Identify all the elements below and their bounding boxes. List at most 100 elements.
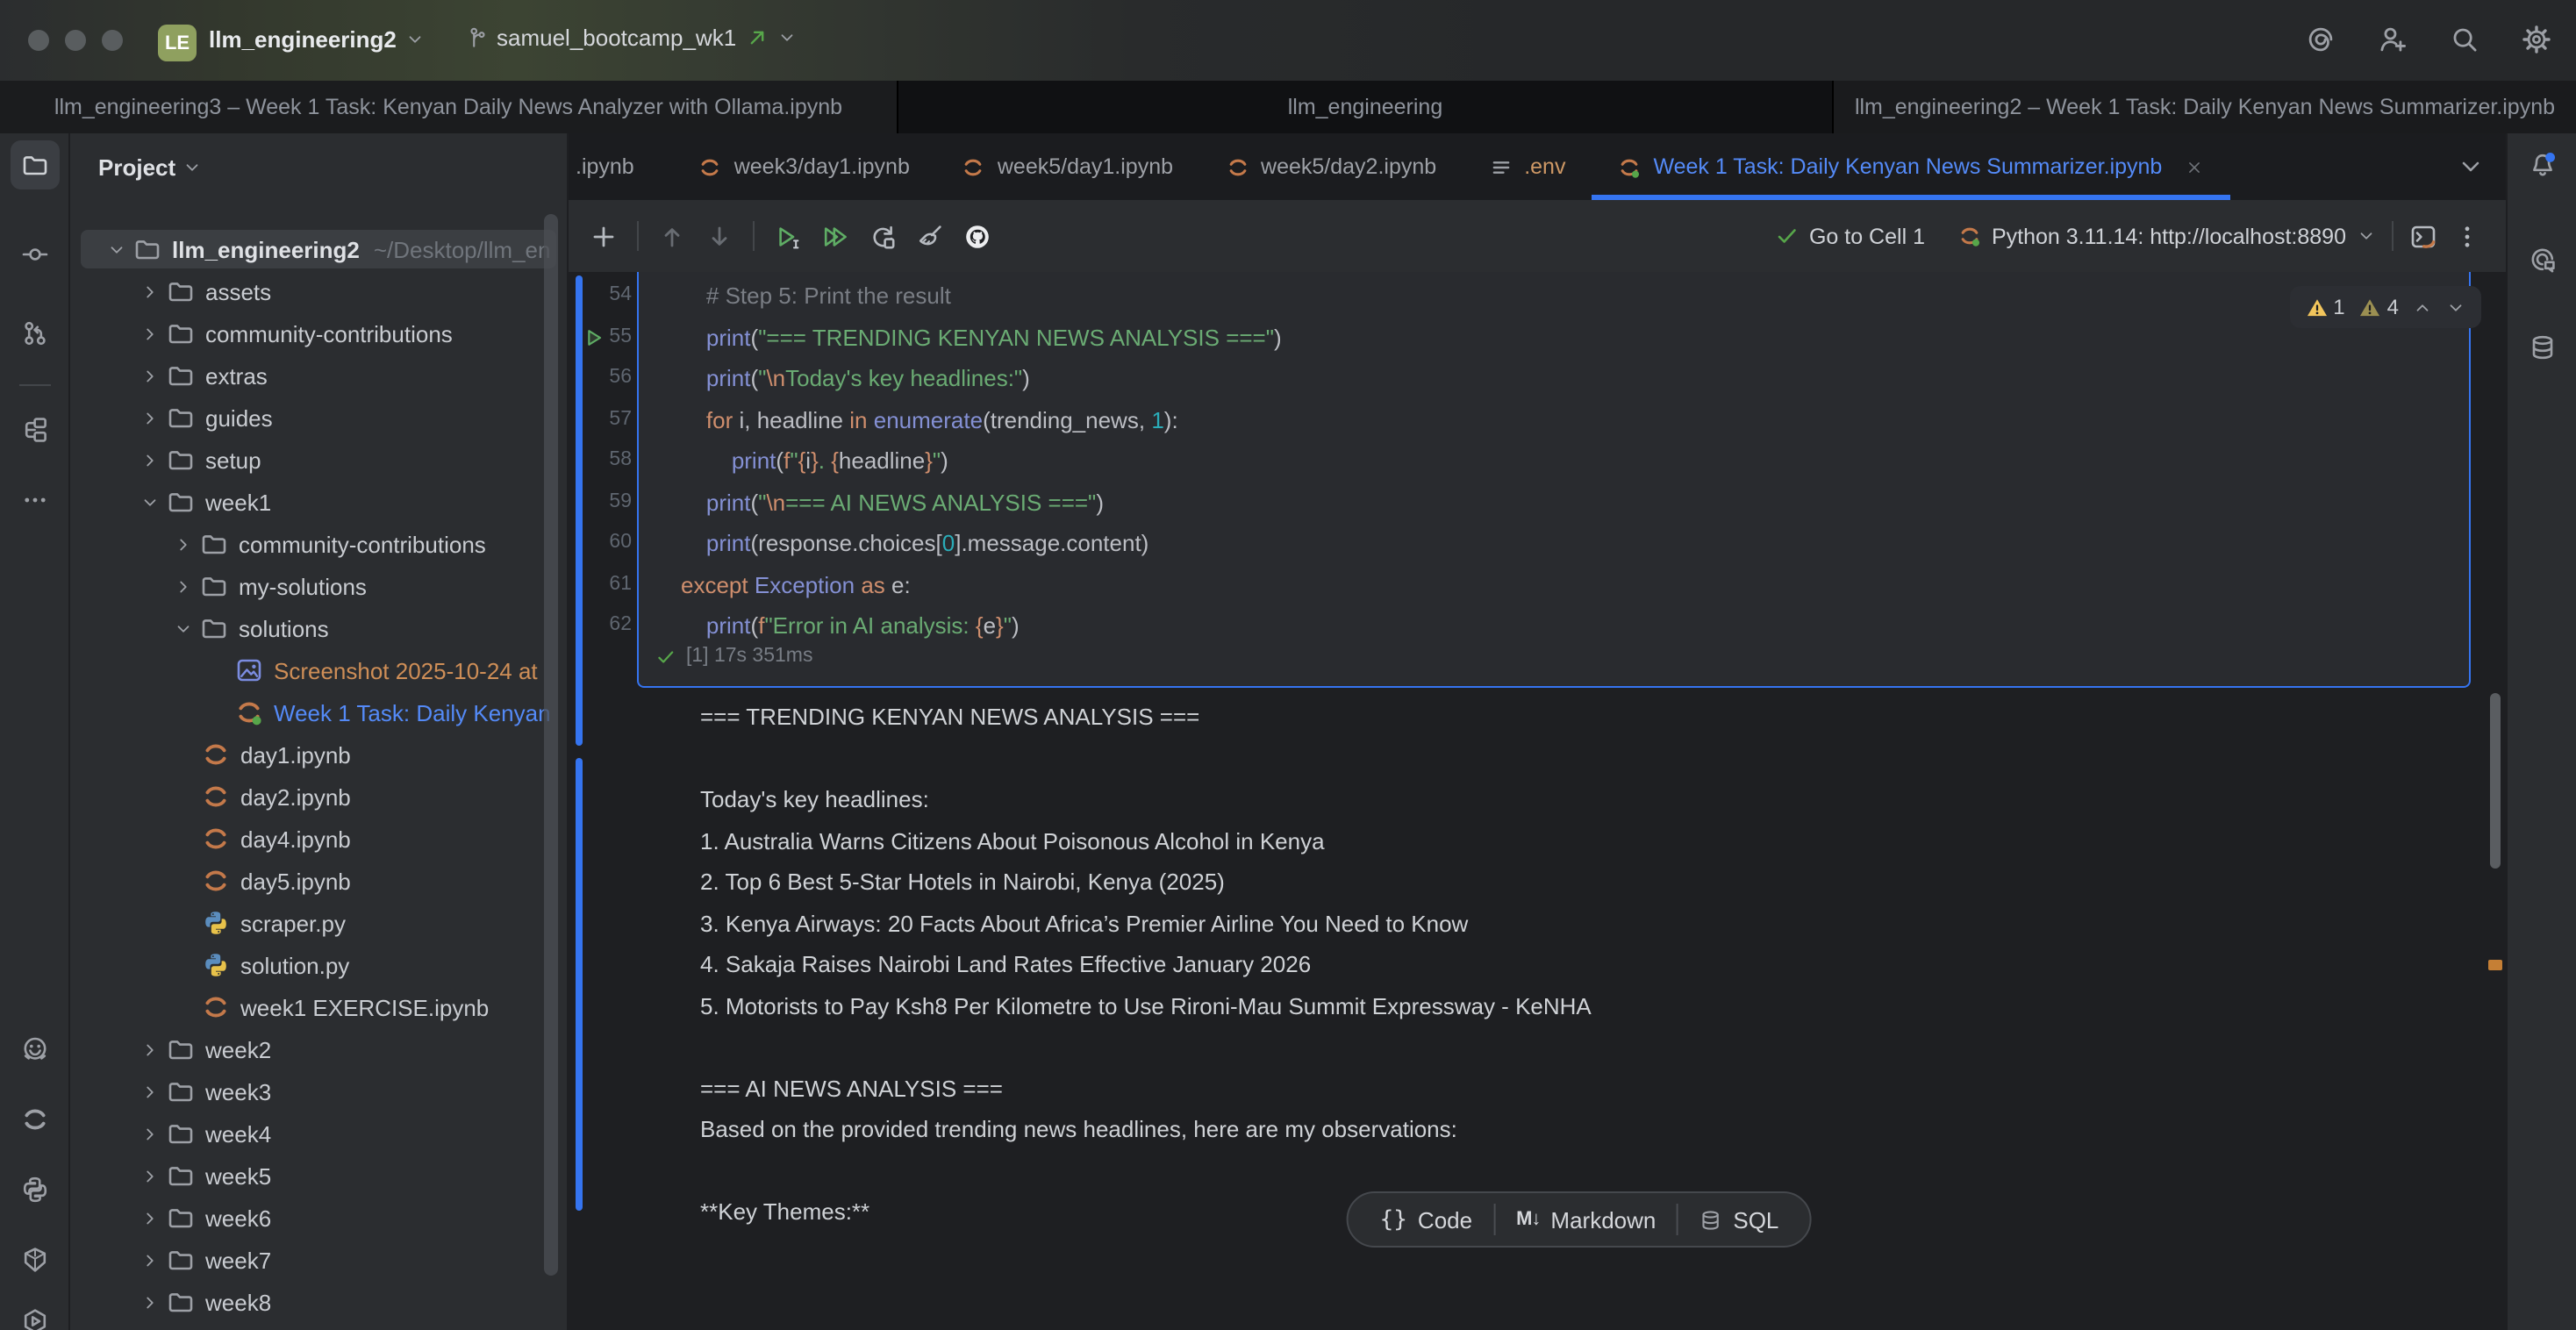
notebook-body: 545556575859606162 # Step 5: Print the r… [569, 272, 2506, 1330]
zoom-window-button[interactable] [102, 30, 123, 51]
stripe-button-hugging-face[interactable] [14, 1028, 56, 1070]
tree-item-solution-py[interactable]: solution.py [70, 944, 567, 986]
toolbar-button-move-down[interactable] [705, 222, 733, 250]
ai-assistant-icon[interactable] [2306, 25, 2336, 54]
toolbar-button-run-all[interactable] [821, 222, 849, 250]
tree-item-week2[interactable]: week2 [70, 1028, 567, 1070]
stripe-button-structure[interactable] [14, 409, 56, 451]
tree-item-solutions[interactable]: solutions [70, 607, 567, 649]
toolbar-button-github[interactable] [963, 222, 991, 250]
window-tab[interactable]: llm_engineering2 – Week 1 Task: Daily Ke… [1834, 81, 2576, 133]
tree-item-llm-engineering2[interactable]: llm_engineering2~/Desktop/llm_en [70, 228, 567, 270]
add-cell-markdown-button[interactable]: M↓Markdown [1495, 1206, 1677, 1233]
project-panel-header[interactable]: Project [70, 133, 202, 200]
tree-item-week1[interactable]: week1 [70, 481, 567, 523]
add-cell-sql-button[interactable]: SQL [1678, 1206, 1800, 1233]
tree-item-week7[interactable]: week7 [70, 1239, 567, 1281]
more-icon [21, 486, 49, 514]
stripe-button-python-packages[interactable] [14, 1239, 56, 1281]
code-cell[interactable]: # Step 5: Print the result print("=== TR… [637, 272, 2471, 688]
minimize-window-button[interactable] [65, 30, 86, 51]
tree-item-week4[interactable]: week4 [70, 1112, 567, 1155]
stripe-button-ai-assistant-chat[interactable] [2522, 239, 2564, 281]
editor-tab-week5-day1-ipynb[interactable]: week5/day1.ipynb [936, 133, 1199, 200]
stripe-button-jupyter[interactable] [14, 1098, 56, 1141]
gear-icon[interactable] [2522, 25, 2551, 54]
close-tab-icon[interactable] [2185, 157, 2204, 176]
tree-item-week3[interactable]: week3 [70, 1070, 567, 1112]
editor-tab-label: .env [1524, 154, 1565, 179]
project-selector[interactable]: llm_engineering2 [209, 26, 425, 53]
stripe-button-project-folder[interactable] [11, 140, 60, 189]
editor-tab--ipynb[interactable]: .ipynb [569, 133, 673, 200]
tree-item-day2-ipynb[interactable]: day2.ipynb [70, 776, 567, 818]
tree-item-day1-ipynb[interactable]: day1.ipynb [70, 733, 567, 776]
stripe-button-more[interactable] [14, 479, 56, 521]
tree-item-extras[interactable]: extras [70, 354, 567, 397]
add-user-icon[interactable] [2378, 25, 2408, 54]
stripe-button-python[interactable] [14, 1169, 56, 1211]
editor-scrollbar[interactable] [2490, 693, 2501, 869]
tree-item-week6[interactable]: week6 [70, 1197, 567, 1239]
next-problem-icon[interactable] [2446, 297, 2465, 317]
tab-list-chevron-icon[interactable] [2457, 153, 2485, 181]
tree-item-community-contributions[interactable]: community-contributions [70, 523, 567, 565]
add-cell-code-button[interactable]: {}Code [1359, 1206, 1493, 1233]
inspections-widget[interactable]: 1 4 [2289, 286, 2481, 328]
editor-tab-week3-day1-ipynb[interactable]: week3/day1.ipynb [673, 133, 936, 200]
tree-item-guides[interactable]: guides [70, 397, 567, 439]
tree-item-my-solutions[interactable]: my-solutions [70, 565, 567, 607]
toolbar-button-move-up[interactable] [658, 222, 686, 250]
tree-item-label: week5 [205, 1162, 271, 1189]
tree-item-week1-exercise-ipynb[interactable]: week1 EXERCISE.ipynb [70, 986, 567, 1028]
project-folder-icon [21, 151, 49, 179]
toolbar-button-add-cell[interactable] [590, 222, 618, 250]
stripe-button-database[interactable] [2522, 326, 2564, 368]
tree-item-week8[interactable]: week8 [70, 1281, 567, 1323]
folder-icon [167, 446, 195, 474]
stripe-button-commit[interactable] [14, 233, 56, 275]
tree-item-day5-ipynb[interactable]: day5.ipynb [70, 860, 567, 902]
stripe-button-run-hexagon[interactable] [14, 1300, 56, 1330]
tree-item-label: day5.ipynb [240, 868, 351, 894]
toolbar-button-restart-kernel[interactable] [869, 222, 897, 250]
tree-item-day4-ipynb[interactable]: day4.ipynb [70, 818, 567, 860]
previous-problem-icon[interactable] [2413, 297, 2432, 317]
tree-item--env[interactable]: .env [70, 1323, 567, 1330]
tree-item-screenshot-2025-10-24-at[interactable]: Screenshot 2025-10-24 at [70, 649, 567, 691]
code-line: # Step 5: Print the result [681, 275, 1282, 317]
editor-tab--env[interactable]: .env [1463, 133, 1592, 200]
branch-selector[interactable]: samuel_bootcamp_wk1 [465, 25, 796, 51]
chevron-down-icon [168, 619, 197, 638]
go-to-cell-button[interactable]: Go to Cell 1 [1776, 224, 1925, 248]
kebab-menu-icon[interactable] [2453, 222, 2481, 250]
code-line: print(f"Error in AI analysis: {e}") [681, 605, 1282, 647]
tree-item-community-contributions[interactable]: community-contributions [70, 312, 567, 354]
close-window-button[interactable] [28, 30, 49, 51]
tree-item-setup[interactable]: setup [70, 439, 567, 481]
tree-item-scraper-py[interactable]: scraper.py [70, 902, 567, 944]
window-controls[interactable] [28, 30, 123, 51]
stripe-button-pull-request[interactable] [14, 312, 56, 354]
window-tab[interactable]: llm_engineering [897, 81, 1834, 133]
toolbar-button-clear-outputs[interactable] [916, 222, 944, 250]
chevron-right-icon [135, 366, 163, 385]
tree-item-assets[interactable]: assets [70, 270, 567, 312]
editor-tab-week-1-task-daily-kenyan-news-summarizer-ipynb[interactable]: Week 1 Task: Daily Kenyan News Summarize… [1592, 133, 2230, 200]
tree-item-week-1-task-daily-kenyan[interactable]: Week 1 Task: Daily Kenyan [70, 691, 567, 733]
stripe-button-notifications-bell[interactable] [2522, 144, 2564, 186]
run-line-icon[interactable] [583, 326, 605, 349]
output-line: Based on the provided trending news head… [700, 1109, 1592, 1150]
chevron-right-icon [135, 1208, 163, 1227]
kernel-selector[interactable]: Python 3.11.14: http://localhost:8890 [1958, 224, 2376, 248]
chevron-down-icon [102, 240, 130, 259]
editor-tab-week5-day2-ipynb[interactable]: week5/day2.ipynb [1199, 133, 1463, 200]
search-icon[interactable] [2450, 25, 2479, 54]
window-tab-bar: llm_engineering3 – Week 1 Task: Kenyan D… [0, 81, 2576, 133]
chevron-right-icon [135, 282, 163, 301]
toolbar-button-run-cell[interactable] [774, 222, 802, 250]
tree-item-week5[interactable]: week5 [70, 1155, 567, 1197]
window-tab[interactable]: llm_engineering3 – Week 1 Task: Kenyan D… [0, 81, 897, 133]
project-tree-scrollbar[interactable] [544, 214, 558, 1276]
jupyter-console-icon[interactable] [2409, 222, 2437, 250]
